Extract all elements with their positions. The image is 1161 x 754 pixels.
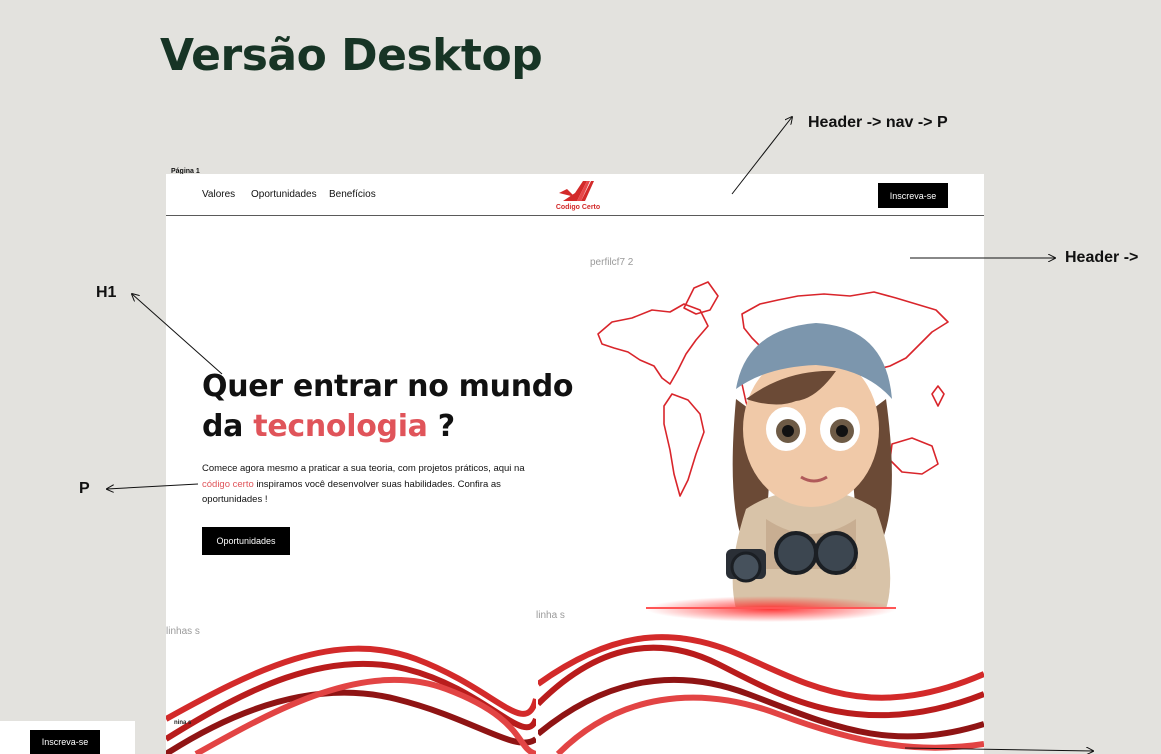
- inscreva-se-button-mobile[interactable]: Inscreva-se: [30, 730, 100, 754]
- red-glow-decor: [646, 596, 896, 622]
- lines-right-label: linha s: [536, 610, 565, 621]
- hero-heading-line1: Quer entrar no mundo: [202, 369, 574, 404]
- hero-heading-prefix: da: [202, 409, 244, 444]
- annotation-nav-p: Header -> nav -> P: [808, 114, 948, 131]
- hero-paragraph-part1: Comece agora mesmo a praticar a sua teor…: [202, 463, 525, 474]
- hero-heading: Quer entrar no mundo da tecnologia ?: [202, 367, 602, 447]
- desktop-frame: Valores Oportunidades Benefícios Codigo …: [166, 174, 984, 754]
- nav-link-oportunidades[interactable]: Oportunidades: [251, 189, 317, 200]
- hero-heading-suffix: ?: [437, 409, 455, 444]
- annotation-header: Header ->: [1065, 249, 1139, 266]
- image-layer-label: perfilcf7 2: [590, 257, 634, 268]
- hero-paragraph: Comece agora mesmo a praticar a sua teor…: [202, 461, 532, 508]
- inscreva-se-button[interactable]: Inscreva-se: [878, 183, 948, 208]
- header-nav: Valores Oportunidades Benefícios Codigo …: [166, 174, 984, 216]
- hero-heading-highlight: tecnologia: [253, 409, 428, 444]
- logo-text: Codigo Certo: [555, 204, 601, 211]
- annotation-p: P: [79, 480, 90, 497]
- girl-avatar-image: [726, 323, 892, 609]
- annotation-h1: H1: [96, 284, 117, 301]
- oportunidades-button[interactable]: Oportunidades: [202, 527, 290, 555]
- wave-mini-label: nina s: [174, 720, 192, 726]
- nav-link-valores[interactable]: Valores: [202, 189, 235, 200]
- red-waves-right-decor: [538, 634, 984, 754]
- nav-link-beneficios[interactable]: Benefícios: [329, 189, 376, 200]
- hero-paragraph-link[interactable]: código certo: [202, 479, 254, 490]
- red-waves-left-decor: [166, 645, 536, 754]
- page-title: Versão Desktop: [160, 30, 543, 81]
